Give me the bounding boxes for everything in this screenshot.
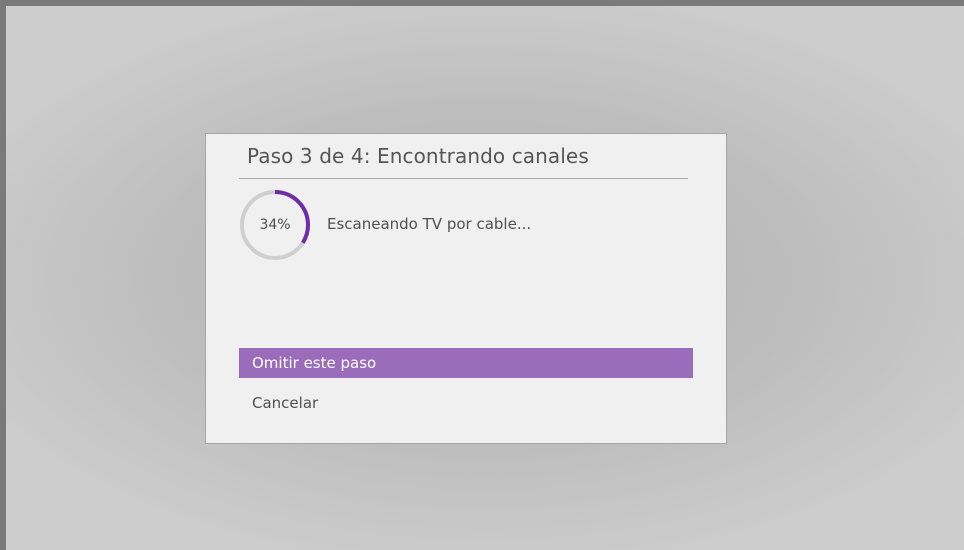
title-divider — [239, 178, 688, 179]
scan-status-text: Escaneando TV por cable... — [327, 215, 532, 233]
cancel-button[interactable]: Cancelar — [239, 388, 693, 418]
progress-percent: 34% — [259, 217, 291, 233]
skip-step-button[interactable]: Omitir este paso — [239, 348, 693, 378]
scan-progress-ring: 34% — [238, 188, 312, 262]
tv-screen: Paso 3 de 4: Encontrando canales 34% Esc… — [0, 0, 964, 550]
channel-scan-dialog: Paso 3 de 4: Encontrando canales 34% Esc… — [205, 133, 727, 444]
dialog-title: Paso 3 de 4: Encontrando canales — [247, 144, 589, 168]
